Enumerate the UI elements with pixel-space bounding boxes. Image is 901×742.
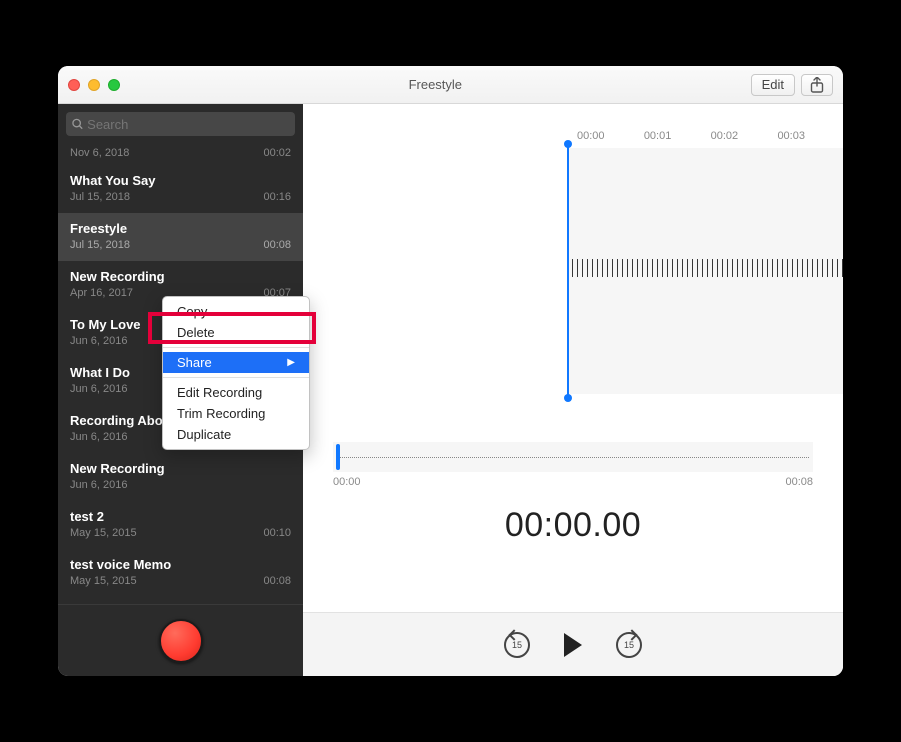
waveform-track <box>333 259 843 279</box>
ctx-trim-recording[interactable]: Trim Recording <box>163 403 309 424</box>
recording-title: New Recording <box>70 269 291 284</box>
recording-duration: 00:08 <box>263 239 291 251</box>
ctx-separator <box>163 347 309 348</box>
scrub-view[interactable]: 00:00 00:08 <box>333 442 813 488</box>
ctx-delete[interactable]: Delete <box>163 322 309 343</box>
ctx-share[interactable]: Share ▶ <box>163 352 309 373</box>
playhead[interactable] <box>567 144 569 398</box>
recording-item[interactable]: test voice Memo May 15, 2015 00:08 <box>58 549 303 597</box>
time-axis: 00:00 00:01 00:02 00:03 <box>333 124 813 142</box>
window-title: Freestyle <box>120 77 751 92</box>
search-icon <box>72 118 83 130</box>
share-icon <box>810 77 824 93</box>
recording-item[interactable]: Freestyle Jul 15, 2018 00:08 <box>58 213 303 261</box>
scrub-end: 00:08 <box>785 476 813 488</box>
close-window-button[interactable] <box>68 79 80 91</box>
main-panel: 00:00 00:01 00:02 00:03 00:00 00:08 00:0… <box>303 104 843 676</box>
ctx-separator <box>163 377 309 378</box>
recording-date: Jul 15, 2018 <box>70 239 130 251</box>
recording-duration: 00:08 <box>263 575 291 587</box>
recording-date: Jun 6, 2016 <box>70 383 128 395</box>
recording-item[interactable]: What You Say Jul 15, 2018 00:16 <box>58 165 303 213</box>
record-button[interactable] <box>159 619 203 663</box>
recording-title: test 2 <box>70 509 291 524</box>
time-tick: 00:03 <box>777 130 805 142</box>
scrub-position[interactable] <box>336 444 340 470</box>
recording-title: New Recording <box>70 461 291 476</box>
search-input[interactable] <box>87 117 289 132</box>
context-menu: Copy Delete Share ▶ Edit Recording Trim … <box>162 296 310 450</box>
time-tick: 00:00 <box>577 130 605 142</box>
chevron-right-icon: ▶ <box>287 357 295 368</box>
recording-item[interactable]: Nov 6, 2018 00:02 <box>58 147 303 165</box>
playback-controls: 15 15 <box>303 612 843 676</box>
recording-date: May 15, 2015 <box>70 575 137 587</box>
playback-time: 00:00.00 <box>303 506 843 545</box>
scrub-track[interactable] <box>333 442 813 472</box>
skip-back-icon: 15 <box>504 632 530 658</box>
edit-button[interactable]: Edit <box>751 74 795 96</box>
recording-duration: 00:02 <box>263 147 291 159</box>
titlebar: Freestyle Edit <box>58 66 843 104</box>
play-button[interactable] <box>559 631 587 659</box>
play-icon <box>564 633 582 657</box>
search-field[interactable] <box>66 112 295 136</box>
recording-duration: 00:16 <box>263 191 291 203</box>
sidebar: Nov 6, 2018 00:02 What You Say Jul 15, 2018… <box>58 104 303 676</box>
recording-date: Jun 6, 2016 <box>70 479 128 491</box>
waveform-zoom-view[interactable]: 00:00 00:01 00:02 00:03 <box>303 124 843 414</box>
fullscreen-window-button[interactable] <box>108 79 120 91</box>
recording-duration: 00:10 <box>263 527 291 539</box>
app-window: Freestyle Edit Nov 6, 2018 00:02 What You … <box>58 66 843 676</box>
skip-back-button[interactable]: 15 <box>503 631 531 659</box>
recording-date: May 15, 2015 <box>70 527 137 539</box>
ctx-duplicate[interactable]: Duplicate <box>163 424 309 445</box>
recording-date: Jun 6, 2016 <box>70 335 128 347</box>
recording-date: Jun 6, 2016 <box>70 431 128 443</box>
recording-title: What You Say <box>70 173 291 188</box>
share-button[interactable] <box>801 74 833 96</box>
skip-forward-icon: 15 <box>616 632 642 658</box>
minimize-window-button[interactable] <box>88 79 100 91</box>
record-area <box>58 604 303 676</box>
time-tick: 00:01 <box>644 130 672 142</box>
recording-title: test voice Memo <box>70 557 291 572</box>
scrub-start: 00:00 <box>333 476 361 488</box>
skip-forward-button[interactable]: 15 <box>615 631 643 659</box>
recording-item[interactable]: New Recording Jun 6, 2016 <box>58 453 303 501</box>
time-tick: 00:02 <box>711 130 739 142</box>
ctx-copy[interactable]: Copy <box>163 301 309 322</box>
ctx-share-label: Share <box>177 355 212 370</box>
ctx-edit-recording[interactable]: Edit Recording <box>163 382 309 403</box>
recording-item[interactable]: test 2 May 15, 2015 00:10 <box>58 501 303 549</box>
recording-title: Freestyle <box>70 221 291 236</box>
recording-date: Jul 15, 2018 <box>70 191 130 203</box>
recording-date: Apr 16, 2017 <box>70 287 133 299</box>
window-controls <box>68 79 120 91</box>
recording-date: Nov 6, 2018 <box>70 147 129 159</box>
